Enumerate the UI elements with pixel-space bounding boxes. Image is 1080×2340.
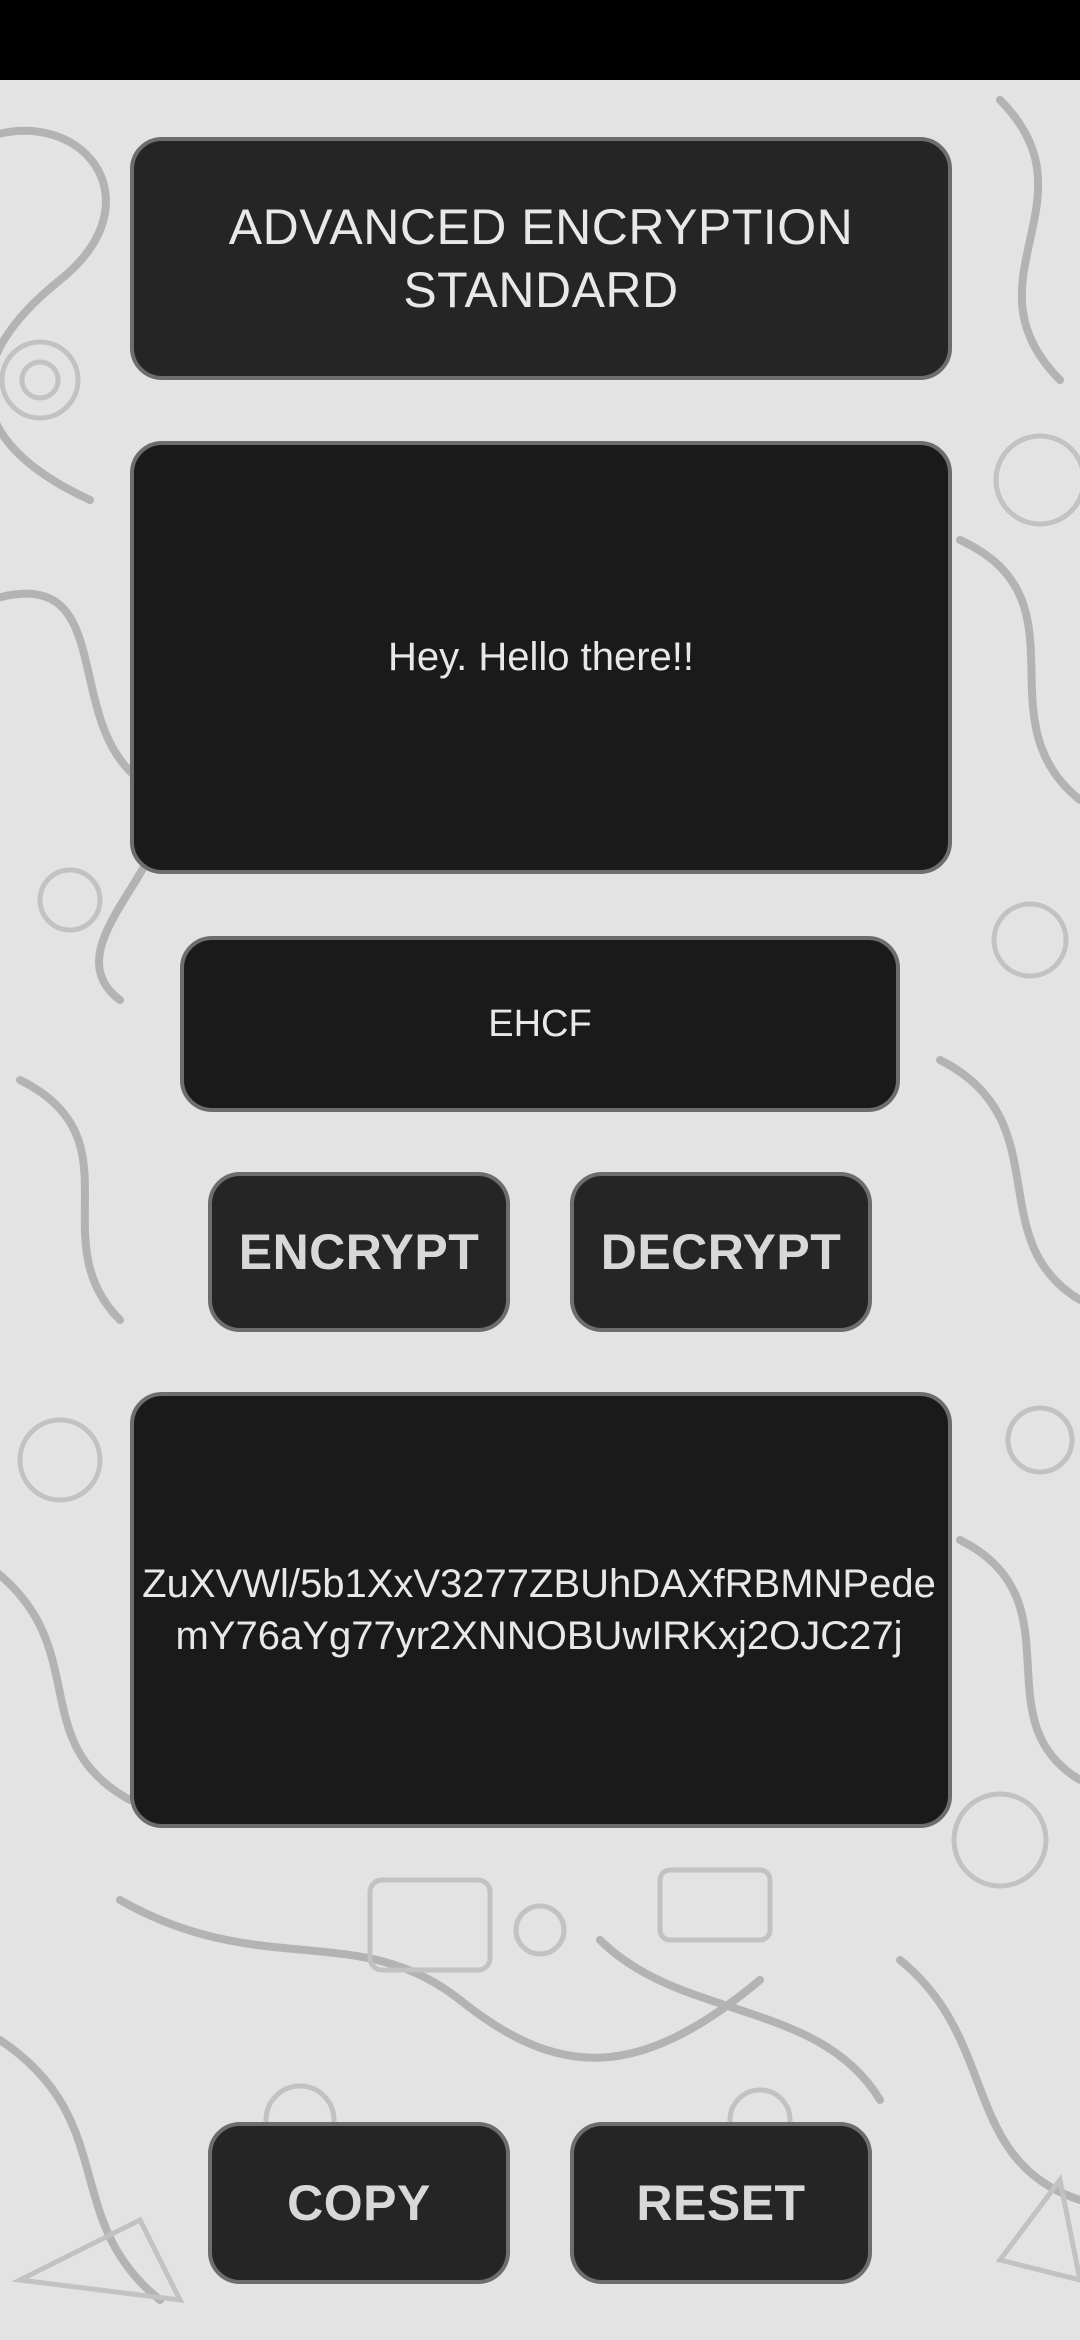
doodle-background bbox=[0, 96, 1080, 2304]
app-title-line-1: ADVANCED ENCRYPTION bbox=[228, 198, 854, 255]
key-input[interactable]: EHCF bbox=[180, 936, 900, 1112]
copy-button[interactable]: COPY bbox=[208, 2122, 510, 2284]
message-input-text: Hey. Hello there!! bbox=[387, 635, 695, 679]
reset-button[interactable]: RESET bbox=[570, 2122, 872, 2284]
output-text: ZuXVWl/5b1XxV3277ZBUhDAXfRBMNPedemY76aYg… bbox=[142, 1562, 936, 1658]
encrypt-button-label: ENCRYPT bbox=[238, 1224, 480, 1280]
decrypt-button-label: DECRYPT bbox=[600, 1224, 842, 1280]
key-input-text: EHCF bbox=[488, 1002, 592, 1045]
app-title-line-2: STANDARD bbox=[403, 261, 679, 318]
app-title: ADVANCED ENCRYPTION STANDARD bbox=[229, 196, 853, 322]
message-input[interactable]: Hey. Hello there!! bbox=[130, 441, 952, 874]
copy-button-label: COPY bbox=[287, 2175, 431, 2231]
output-display: ZuXVWl/5b1XxV3277ZBUhDAXfRBMNPedemY76aYg… bbox=[130, 1392, 952, 1828]
reset-button-label: RESET bbox=[636, 2175, 806, 2231]
status-bar bbox=[0, 0, 1080, 80]
decrypt-button[interactable]: DECRYPT bbox=[570, 1172, 872, 1332]
encrypt-button[interactable]: ENCRYPT bbox=[208, 1172, 510, 1332]
app-title-header: ADVANCED ENCRYPTION STANDARD bbox=[130, 137, 952, 380]
